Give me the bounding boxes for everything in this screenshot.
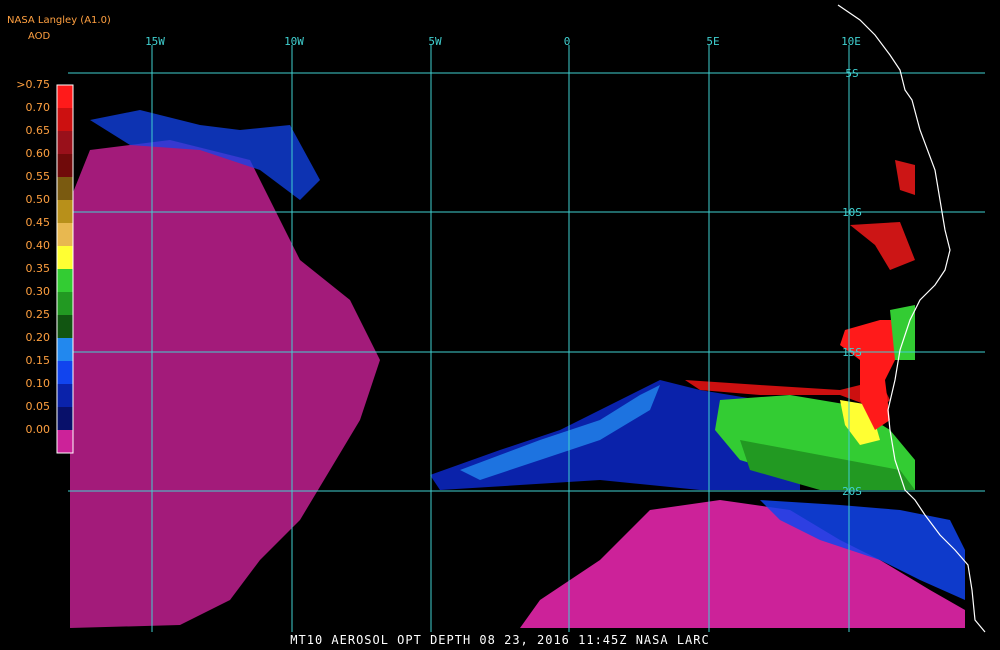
latitude-label: 20S	[842, 485, 862, 498]
legend-swatch	[57, 246, 73, 269]
legend-label: 0.30	[25, 285, 51, 298]
legend-swatch	[57, 200, 73, 223]
legend-swatch	[57, 384, 73, 407]
longitude-label: 15W	[145, 35, 165, 48]
legend-label: 0.65	[25, 124, 51, 137]
longitude-label: 0	[564, 35, 571, 48]
aod-color-legend	[56, 84, 74, 454]
legend-swatch	[57, 131, 73, 154]
legend-swatch	[57, 154, 73, 177]
legend-swatch	[57, 108, 73, 131]
legend-label: 0.40	[25, 239, 51, 252]
aod-low-field-west	[70, 140, 380, 628]
legend-label: 0.20	[25, 331, 51, 344]
legend-label: 0.35	[25, 262, 51, 275]
legend-label: >0.75	[16, 78, 50, 91]
legend-swatch	[57, 269, 73, 292]
legend-swatch	[57, 315, 73, 338]
legend-swatch	[57, 338, 73, 361]
legend-swatch	[57, 361, 73, 384]
legend-swatch	[57, 223, 73, 246]
legend-label: 0.25	[25, 308, 51, 321]
legend-label: 0.50	[25, 193, 51, 206]
latitude-label: 5S	[845, 67, 858, 80]
source-label: NASA Langley (A1.0)	[7, 15, 111, 26]
legend-label: 0.55	[25, 170, 51, 183]
legend-label: 0.70	[25, 101, 51, 114]
legend-label: 0.05	[25, 400, 51, 413]
product-label: AOD	[28, 31, 51, 42]
map-footer: MT10 AEROSOL OPT DEPTH 08 23, 2016 11:45…	[290, 633, 710, 647]
legend-label: 0.15	[25, 354, 51, 367]
legend-swatch	[57, 85, 73, 108]
latitude-label: 15S	[842, 346, 862, 359]
legend-label: 0.00	[25, 423, 51, 436]
legend-label: 0.60	[25, 147, 51, 160]
legend-swatch	[57, 407, 73, 430]
legend-label: 0.45	[25, 216, 51, 229]
longitude-label: 10W	[284, 35, 304, 48]
legend-swatch	[57, 430, 73, 453]
longitude-label: 5W	[428, 35, 442, 48]
legend-swatch	[57, 292, 73, 315]
latitude-label: 10S	[842, 206, 862, 219]
aerosol-map: 15W 10W 5W 0 5E 10E 5S 10S 15S 20S	[56, 4, 986, 633]
longitude-label: 5E	[706, 35, 719, 48]
longitude-label: 10E	[841, 35, 861, 48]
legend-swatch	[57, 177, 73, 200]
legend-label: 0.10	[25, 377, 51, 390]
